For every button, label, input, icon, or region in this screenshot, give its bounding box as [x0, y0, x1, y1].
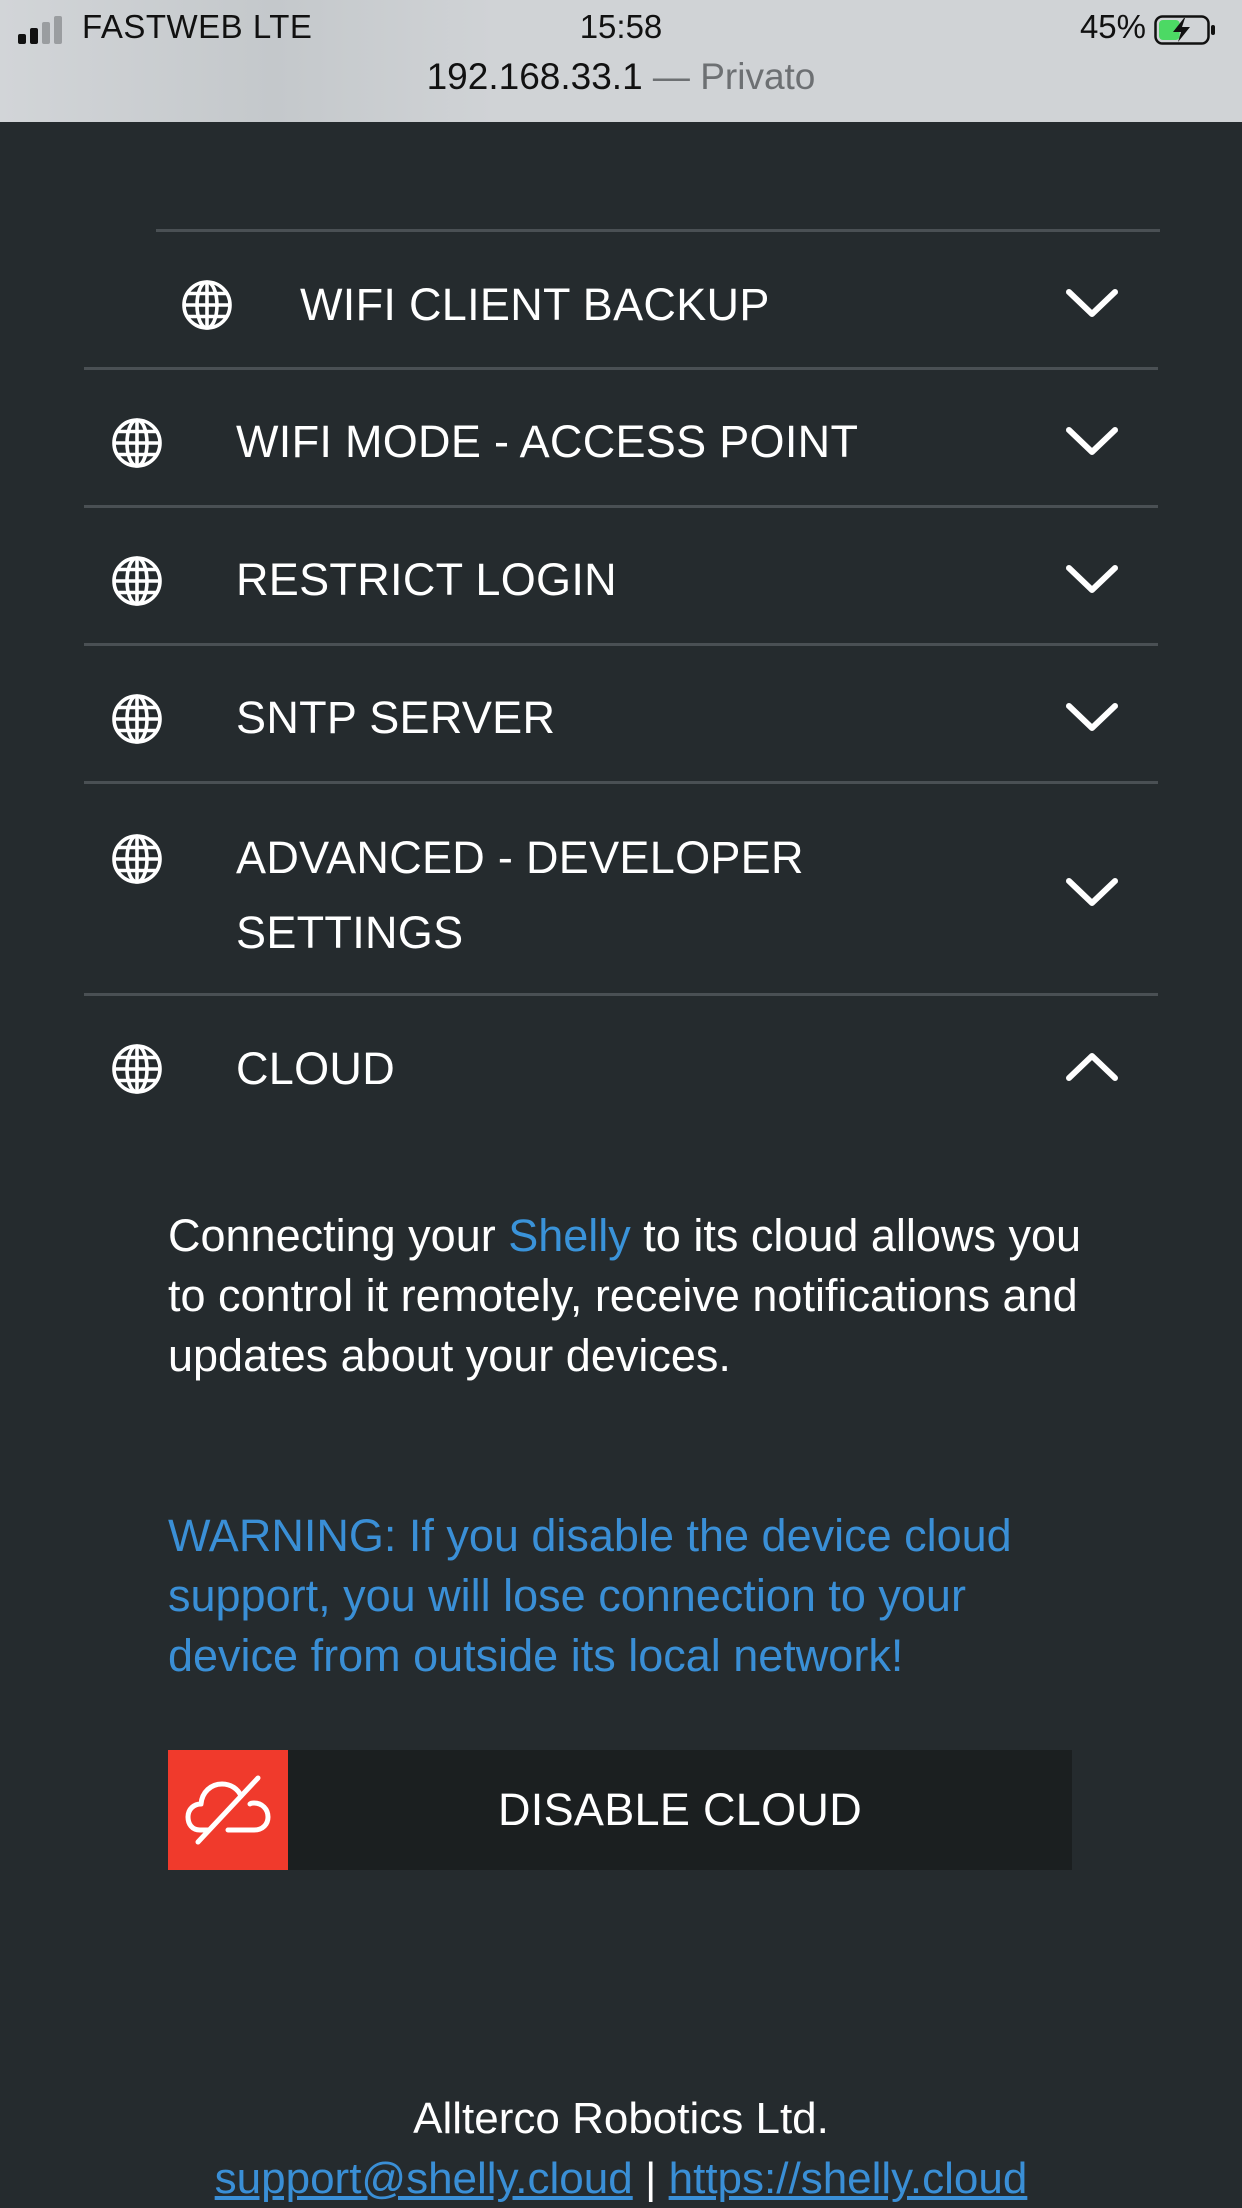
- accordion-restrict-login[interactable]: RESTRICT LOGIN: [84, 505, 1158, 646]
- website-link[interactable]: https://shelly.cloud: [669, 2154, 1028, 2203]
- battery-charging-icon: [1154, 15, 1215, 45]
- globe-icon: [112, 418, 162, 468]
- browser-status-bar: FASTWEB LTE 15:58 45% 192.168.33.1 — Pri…: [0, 0, 1242, 122]
- status-time: 15:58: [579, 8, 663, 45]
- accordion-wifi-client-backup[interactable]: WIFI CLIENT BACKUP: [156, 229, 1160, 370]
- accordion-label: WIFI MODE - ACCESS POINT: [236, 416, 859, 467]
- globe-icon: [182, 280, 232, 330]
- disable-cloud-button-label: DISABLE CLOUD: [497, 1784, 862, 1835]
- accordion-label: SNTP SERVER: [236, 692, 556, 743]
- accordion-advanced-developer-settings[interactable]: ADVANCED - DEVELOPER SETTINGS: [84, 781, 1158, 996]
- support-email-link[interactable]: support@shelly.cloud: [215, 2154, 633, 2203]
- accordion-label: WIFI CLIENT BACKUP: [300, 279, 770, 330]
- address-bar[interactable]: 192.168.33.1 — Privato: [0, 56, 1242, 98]
- accordion-label-line-2: SETTINGS: [236, 907, 464, 958]
- shelly-brand-text: Shelly: [508, 1210, 631, 1261]
- accordion-label-line-1: ADVANCED - DEVELOPER: [236, 832, 804, 883]
- address-host: 192.168.33.1: [426, 56, 643, 97]
- disable-cloud-icon-box: [168, 1750, 288, 1870]
- globe-icon: [112, 556, 162, 606]
- globe-icon: [112, 694, 162, 744]
- battery-percentage: 45%: [1079, 8, 1146, 45]
- chevron-down-icon[interactable]: [1065, 287, 1119, 319]
- accordion-wifi-mode-access-point[interactable]: WIFI MODE - ACCESS POINT: [84, 367, 1158, 508]
- cloud-description: Connecting your Shelly to its cloud allo…: [168, 1206, 1098, 1386]
- address-separator: —: [642, 56, 701, 97]
- chevron-down-icon[interactable]: [1065, 563, 1119, 595]
- accordion-label: RESTRICT LOGIN: [236, 554, 617, 605]
- globe-icon: [112, 834, 162, 884]
- chevron-down-icon[interactable]: [1065, 425, 1119, 457]
- globe-icon: [112, 1044, 162, 1094]
- cloud-warning: WARNING: If you disable the device cloud…: [168, 1510, 1012, 1681]
- footer-divider: |: [632, 2154, 669, 2203]
- company-name: Allterco Robotics Ltd.: [413, 2094, 829, 2143]
- accordion-cloud[interactable]: CLOUD: [84, 993, 1158, 1136]
- cloud-off-icon: [185, 1775, 271, 1845]
- address-privacy-label: Privato: [700, 56, 816, 97]
- chevron-down-icon[interactable]: [1065, 876, 1119, 908]
- footer-links: support@shelly.cloud | https://shelly.cl…: [0, 2154, 1242, 2204]
- accordion-sntp-server[interactable]: SNTP SERVER: [84, 643, 1158, 784]
- disable-cloud-button[interactable]: DISABLE CLOUD: [168, 1750, 1072, 1870]
- cloud-description-start: Connecting your: [168, 1210, 509, 1261]
- accordion-label: CLOUD: [236, 1043, 396, 1094]
- chevron-up-icon[interactable]: [1065, 1051, 1119, 1083]
- chevron-down-icon[interactable]: [1065, 701, 1119, 733]
